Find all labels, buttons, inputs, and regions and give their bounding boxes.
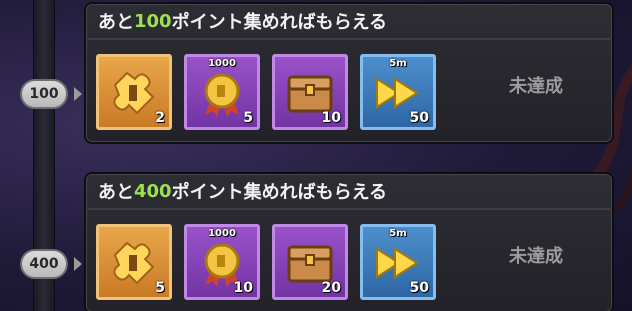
- heading-prefix: あと: [98, 12, 134, 33]
- reward-items: 2 1000 5 10 5m 50 未達成: [86, 40, 612, 142]
- reward-slot-speedup[interactable]: 5m 50: [360, 224, 436, 300]
- reward-quantity: 10: [233, 280, 253, 296]
- reward-quantity: 50: [409, 280, 429, 296]
- heading-prefix: あと: [98, 182, 134, 203]
- puzzle-piece-icon: [113, 241, 155, 285]
- heading-suffix: ポイント集めればもらえる: [171, 12, 388, 33]
- reward-items: 5 1000 10 20 5m 50 未達成: [86, 210, 612, 311]
- heading-points: 400: [134, 180, 172, 202]
- reward-quantity: 50: [409, 110, 429, 126]
- reward-slot-chest[interactable]: 20: [272, 224, 348, 300]
- marker-pointer: [74, 257, 82, 271]
- reward-quantity: 10: [321, 110, 341, 126]
- heading-points: 100: [134, 10, 172, 32]
- puzzle-piece-icon: [113, 71, 155, 115]
- heading-suffix: ポイント集めればもらえる: [171, 182, 388, 203]
- reward-quantity: 20: [321, 280, 341, 296]
- reward-heading: あと 400 ポイント集めればもらえる: [86, 174, 612, 210]
- reward-panel: あと 100 ポイント集めればもらえる 2 1000 5 10 5m 50 未達…: [84, 2, 614, 144]
- reward-panel: あと 400 ポイント集めればもらえる 5 1000 10 20 5m 50 未…: [84, 172, 614, 311]
- threshold-value: 400: [20, 249, 68, 279]
- reward-slot-chest[interactable]: 10: [272, 54, 348, 130]
- threshold-value: 100: [20, 79, 68, 109]
- reward-slot-medal[interactable]: 1000 10: [184, 224, 260, 300]
- reward-status: 未達成: [509, 246, 563, 267]
- reward-quantity: 5: [155, 280, 165, 296]
- reward-slot-speedup[interactable]: 5m 50: [360, 54, 436, 130]
- reward-heading: あと 100 ポイント集めればもらえる: [86, 4, 612, 40]
- reward-slot-puzzle[interactable]: 2: [96, 54, 172, 130]
- reward-slot-medal[interactable]: 1000 5: [184, 54, 260, 130]
- marker-pointer: [74, 87, 82, 101]
- threshold-marker: 100: [20, 76, 82, 112]
- reward-quantity: 2: [155, 110, 165, 126]
- reward-status: 未達成: [509, 76, 563, 97]
- reward-quantity: 5: [243, 110, 253, 126]
- gold-medal-icon: [204, 73, 240, 117]
- reward-slot-puzzle[interactable]: 5: [96, 224, 172, 300]
- threshold-marker: 400: [20, 246, 82, 282]
